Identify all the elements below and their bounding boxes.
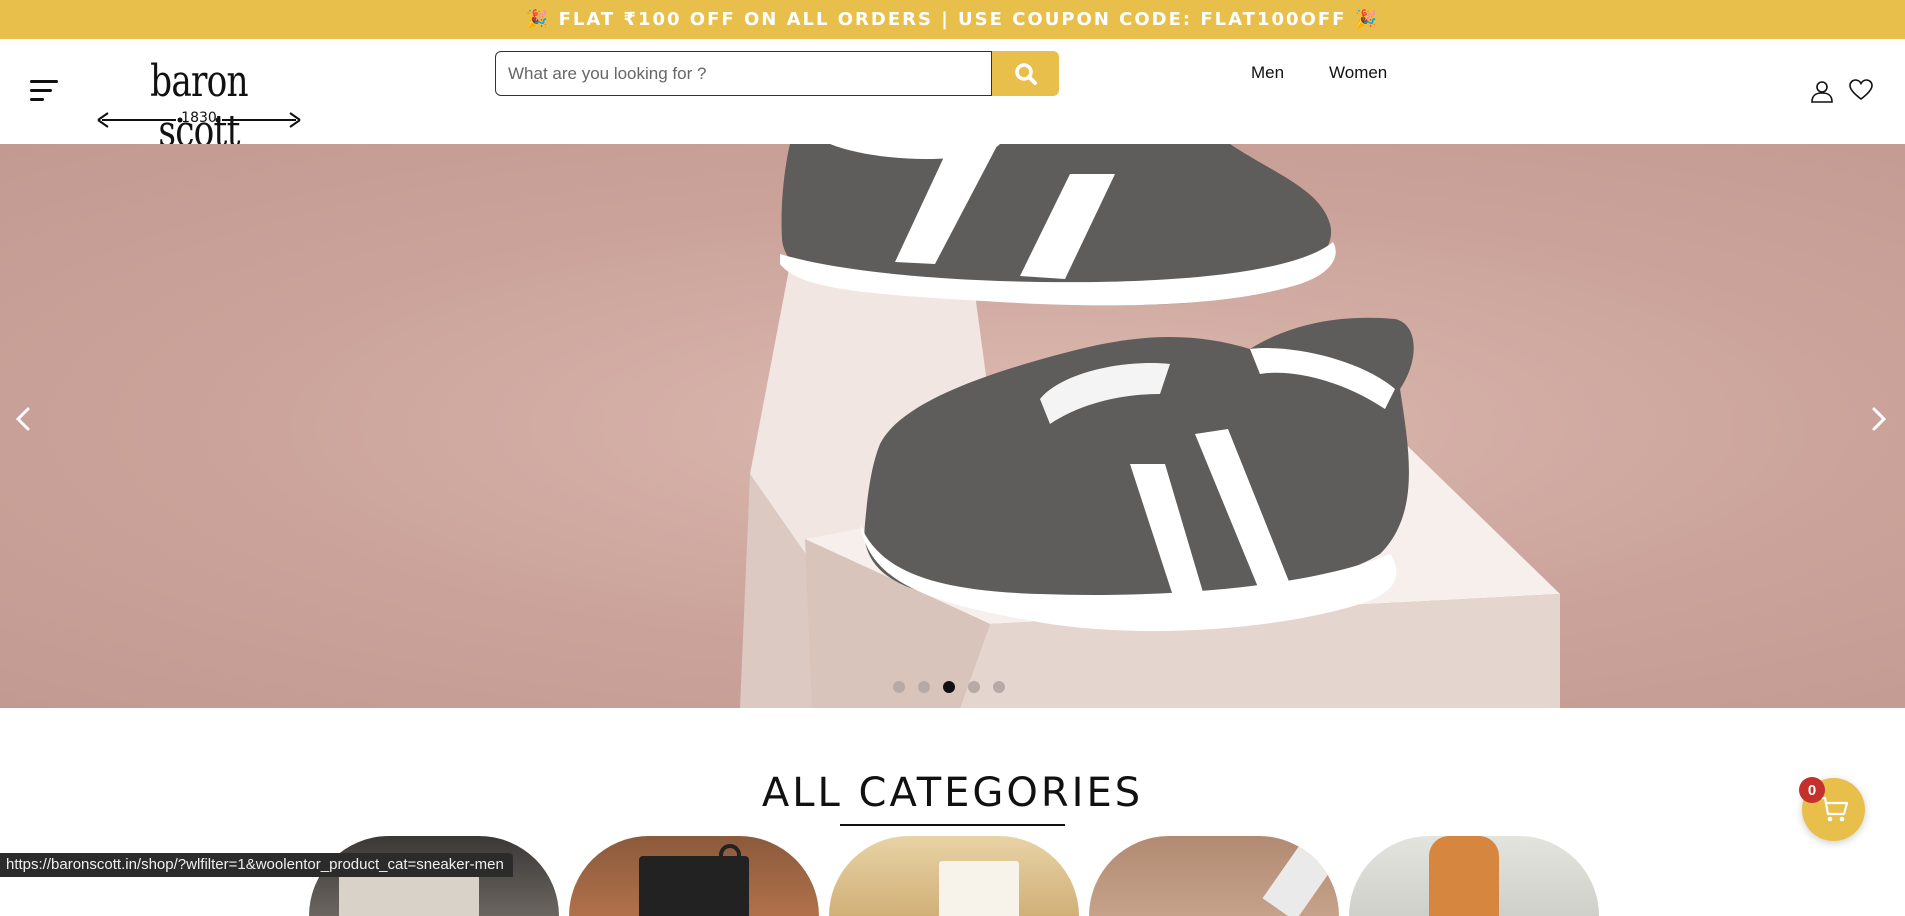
cart-icon	[1819, 796, 1848, 821]
chevron-right-icon	[1872, 407, 1887, 431]
cart-button[interactable]: 0	[1799, 777, 1865, 841]
slider-dot[interactable]	[918, 681, 930, 693]
category-item[interactable]	[1349, 836, 1599, 916]
site-header: baron scott 1830 Men Women	[0, 39, 1905, 157]
hero-slider[interactable]	[0, 144, 1905, 708]
status-bar-url: https://baronscott.in/shop/?wlfilter=1&w…	[0, 853, 513, 877]
menu-icon[interactable]	[30, 78, 60, 104]
logo-wordmark: baron scott	[150, 56, 248, 157]
search-icon	[1014, 62, 1037, 85]
slider-dots	[893, 681, 1005, 693]
user-icon[interactable]	[1810, 79, 1834, 108]
nav-women[interactable]: Women	[1329, 63, 1387, 83]
announcement-text: 🎉 FLAT ₹100 OFF ON ALL ORDERS | USE COUP…	[525, 9, 1380, 30]
section-title: ALL CATEGORIES	[761, 770, 1144, 816]
search-button[interactable]	[992, 51, 1059, 96]
category-item[interactable]	[1089, 836, 1339, 916]
slider-dot-active[interactable]	[943, 681, 955, 693]
chevron-left-icon	[15, 407, 30, 431]
announcement-bar: 🎉 FLAT ₹100 OFF ON ALL ORDERS | USE COUP…	[0, 0, 1905, 39]
category-item[interactable]	[569, 836, 819, 916]
heart-icon[interactable]	[1849, 79, 1873, 106]
cart-count-badge: 0	[1799, 777, 1825, 803]
logo-year: 1830	[181, 110, 217, 126]
slider-dot[interactable]	[893, 681, 905, 693]
slider-dot[interactable]	[993, 681, 1005, 693]
search-input[interactable]	[495, 51, 992, 96]
slider-dot[interactable]	[968, 681, 980, 693]
search-bar	[495, 51, 1059, 96]
slider-next-button[interactable]	[1870, 406, 1888, 437]
title-underline	[840, 824, 1065, 826]
category-item[interactable]	[829, 836, 1079, 916]
nav-men[interactable]: Men	[1251, 63, 1284, 83]
slider-prev-button[interactable]	[14, 406, 32, 437]
brand-logo[interactable]: baron scott 1830	[96, 57, 302, 157]
hero-sneaker-image	[740, 144, 1560, 708]
